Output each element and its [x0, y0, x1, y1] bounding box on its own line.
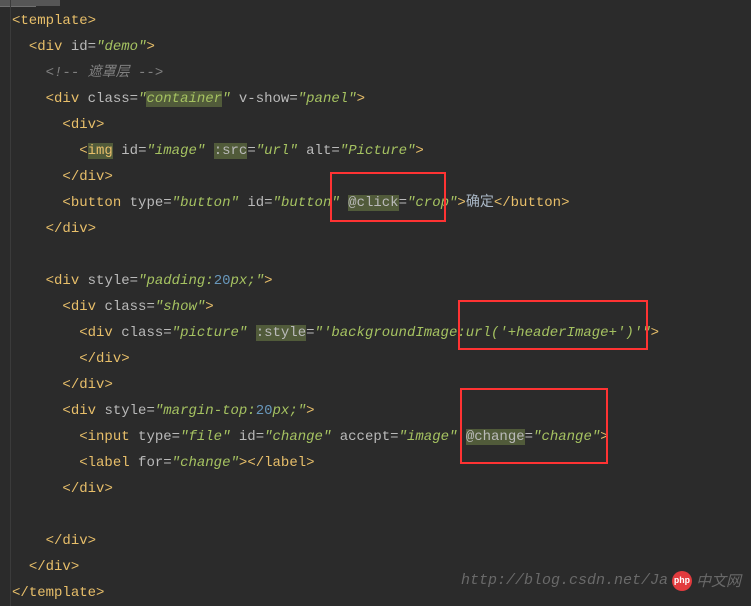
code-line: <img id="image" :src="url" alt="Picture"…	[4, 138, 751, 164]
code-line: <input type="file" id="change" accept="i…	[4, 424, 751, 450]
watermark-badge: php	[672, 571, 692, 591]
code-line: <div style="padding:20px;">	[4, 268, 751, 294]
code-line: </div>	[4, 216, 751, 242]
code-editor-viewport[interactable]: <template> <div id="demo"> <!-- 遮罩层 --> …	[0, 0, 751, 606]
code-line: <div class="picture" :style="'background…	[4, 320, 751, 346]
code-line: </div>	[4, 346, 751, 372]
code-line: </div>	[4, 528, 751, 554]
code-line: </div>	[4, 372, 751, 398]
code-line: </div>	[4, 476, 751, 502]
code-line: <button type="button" id="button" @click…	[4, 190, 751, 216]
code-line: <template>	[4, 8, 751, 34]
code-line: <div>	[4, 112, 751, 138]
code-line: </div>	[4, 164, 751, 190]
watermark-suffix: 中文网	[696, 570, 741, 591]
watermark: http://blog.csdn.net/Ja php 中文网	[461, 570, 741, 591]
code-line: <div class="show">	[4, 294, 751, 320]
watermark-url: http://blog.csdn.net/Ja	[461, 572, 668, 589]
php-icon: php	[672, 571, 692, 591]
code-line	[4, 242, 751, 268]
code-line: <div id="demo">	[4, 34, 751, 60]
code-line: <div style="margin-top:20px;">	[4, 398, 751, 424]
code-line: <label for="change"></label>	[4, 450, 751, 476]
code-line	[4, 502, 751, 528]
code-line: <div class="container" v-show="panel">	[4, 86, 751, 112]
code-line: <!-- 遮罩层 -->	[4, 60, 751, 86]
